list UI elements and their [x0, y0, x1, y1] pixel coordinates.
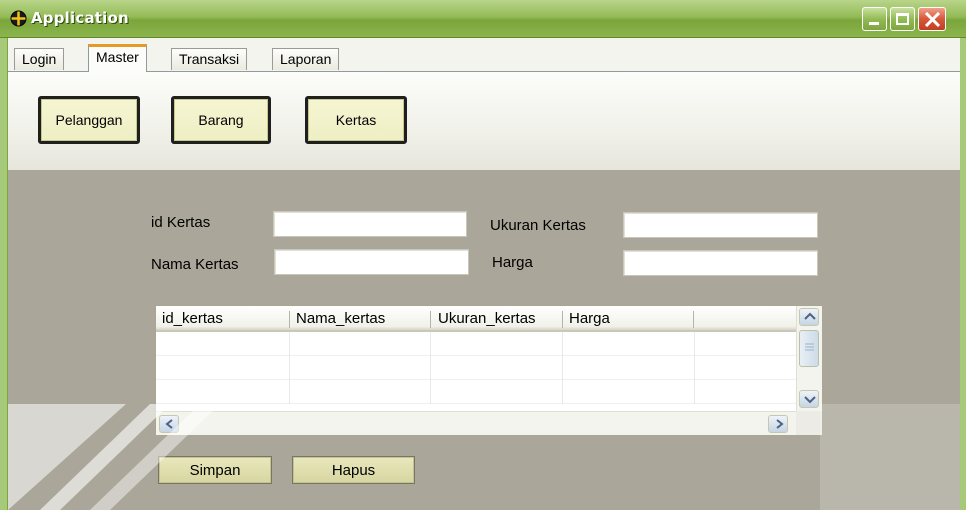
application-window: Application Login Master Transaksi Lapor…: [0, 0, 966, 510]
grid-body: [156, 332, 796, 404]
window-frame-right: [960, 38, 966, 510]
kertas-button[interactable]: Kertas: [305, 96, 407, 144]
nama-kertas-input[interactable]: [274, 249, 469, 275]
kertas-data-grid[interactable]: id_kertas Nama_kertas Ukuran_kertas Harg…: [155, 305, 822, 435]
scroll-thumb[interactable]: [799, 330, 819, 367]
id-kertas-label: id Kertas: [151, 214, 211, 231]
barang-button[interactable]: Barang: [171, 96, 271, 144]
window-frame-left: [0, 38, 8, 510]
tab-master[interactable]: Master: [88, 44, 147, 72]
grid-header: id_kertas Nama_kertas Ukuran_kertas Harg…: [156, 306, 796, 332]
tab-laporan[interactable]: Laporan: [272, 48, 340, 70]
close-icon: [924, 12, 941, 27]
table-row[interactable]: [156, 332, 796, 356]
close-button[interactable]: [918, 7, 946, 31]
table-row[interactable]: [156, 356, 796, 380]
tab-transaksi[interactable]: Transaksi: [171, 48, 248, 70]
tab-strip: Login Master Transaksi Laporan: [8, 38, 960, 72]
chevron-left-icon: [165, 419, 173, 429]
master-button-panel: Pelanggan Barang Kertas: [8, 71, 960, 170]
ukuran-kertas-label: Ukuran Kertas: [490, 217, 586, 234]
column-separator[interactable]: [693, 311, 694, 328]
harga-label: Harga: [492, 254, 533, 271]
nama-kertas-label: Nama Kertas: [151, 256, 239, 273]
minimize-button[interactable]: [862, 7, 887, 31]
scroll-left-button[interactable]: [159, 415, 179, 433]
vertical-scrollbar[interactable]: [796, 306, 822, 411]
chevron-right-icon: [776, 419, 784, 429]
grid-column-line: [289, 332, 290, 404]
pelanggan-button[interactable]: Pelanggan: [38, 96, 140, 144]
maximize-button[interactable]: [890, 7, 915, 31]
table-row[interactable]: [156, 380, 796, 404]
column-separator[interactable]: [562, 311, 563, 328]
ukuran-kertas-input[interactable]: [623, 212, 818, 238]
grip-icon: [805, 343, 814, 351]
column-header-harga[interactable]: Harga: [565, 310, 610, 327]
scroll-right-button[interactable]: [768, 415, 788, 433]
id-kertas-input[interactable]: [273, 211, 467, 237]
harga-input[interactable]: [623, 250, 818, 276]
title-bar[interactable]: Application: [0, 0, 966, 38]
scrollbar-corner: [796, 411, 822, 435]
chevron-down-icon: [804, 396, 816, 404]
chevron-up-icon: [804, 312, 816, 320]
horizontal-scrollbar[interactable]: [156, 411, 796, 435]
kertas-form: id Kertas Nama Kertas Ukuran Kertas Harg…: [8, 170, 960, 510]
grid-column-line: [562, 332, 563, 404]
column-separator[interactable]: [289, 311, 290, 328]
column-header-ukuran-kertas[interactable]: Ukuran_kertas: [434, 310, 536, 327]
minimize-icon: [869, 22, 879, 25]
hapus-button[interactable]: Hapus: [292, 456, 415, 484]
grid-column-line: [430, 332, 431, 404]
app-icon: [10, 10, 27, 27]
grid-column-line: [694, 332, 695, 404]
simpan-button[interactable]: Simpan: [158, 456, 272, 484]
column-header-id-kertas[interactable]: id_kertas: [158, 310, 223, 327]
column-header-nama-kertas[interactable]: Nama_kertas: [292, 310, 385, 327]
scroll-up-button[interactable]: [799, 308, 819, 326]
maximize-icon: [896, 13, 909, 25]
scroll-down-button[interactable]: [799, 390, 819, 408]
column-separator[interactable]: [430, 311, 431, 328]
window-title: Application: [31, 9, 129, 27]
tab-login[interactable]: Login: [14, 48, 65, 70]
